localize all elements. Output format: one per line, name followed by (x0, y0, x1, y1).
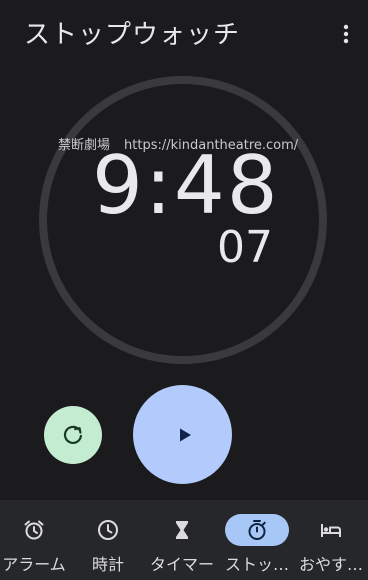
clock-icon (98, 520, 118, 540)
nav-item-stopwatch[interactable]: ストッ… (220, 500, 294, 580)
app-title: ストップウォッチ (24, 20, 241, 50)
start-button[interactable] (133, 385, 232, 484)
nav-label: 時計 (91, 555, 124, 574)
reset-button[interactable] (44, 406, 102, 464)
nav-icon-container (299, 514, 363, 546)
reset-icon (63, 425, 82, 444)
bottom-navigation: アラーム 時計 タイマー ストッ… おやす… (0, 500, 368, 580)
nav-label: アラーム (2, 555, 66, 574)
bed-icon (321, 524, 341, 537)
nav-item-bedtime[interactable]: おやす… (294, 500, 368, 580)
nav-icon-container (2, 514, 66, 546)
more-vert-icon[interactable] (332, 20, 360, 48)
nav-icon-container (76, 514, 140, 546)
nav-label: おやす… (298, 555, 363, 574)
alarm-icon (24, 520, 44, 540)
elapsed-hundredths: 07 (217, 222, 273, 273)
nav-item-clock[interactable]: 時計 (71, 500, 145, 580)
nav-label: タイマー (149, 555, 214, 574)
nav-label: ストッ… (224, 555, 289, 574)
app-bar: ストップウォッチ (0, 0, 368, 64)
elapsed-time: 9:48 (92, 139, 280, 232)
nav-icon-container (150, 514, 214, 546)
nav-active-indicator (225, 514, 289, 546)
nav-item-timer[interactable]: タイマー (145, 500, 219, 580)
hourglass-icon (176, 521, 188, 539)
play-icon (180, 428, 191, 442)
nav-item-alarm[interactable]: アラーム (0, 500, 71, 580)
stopwatch-icon (248, 520, 266, 540)
